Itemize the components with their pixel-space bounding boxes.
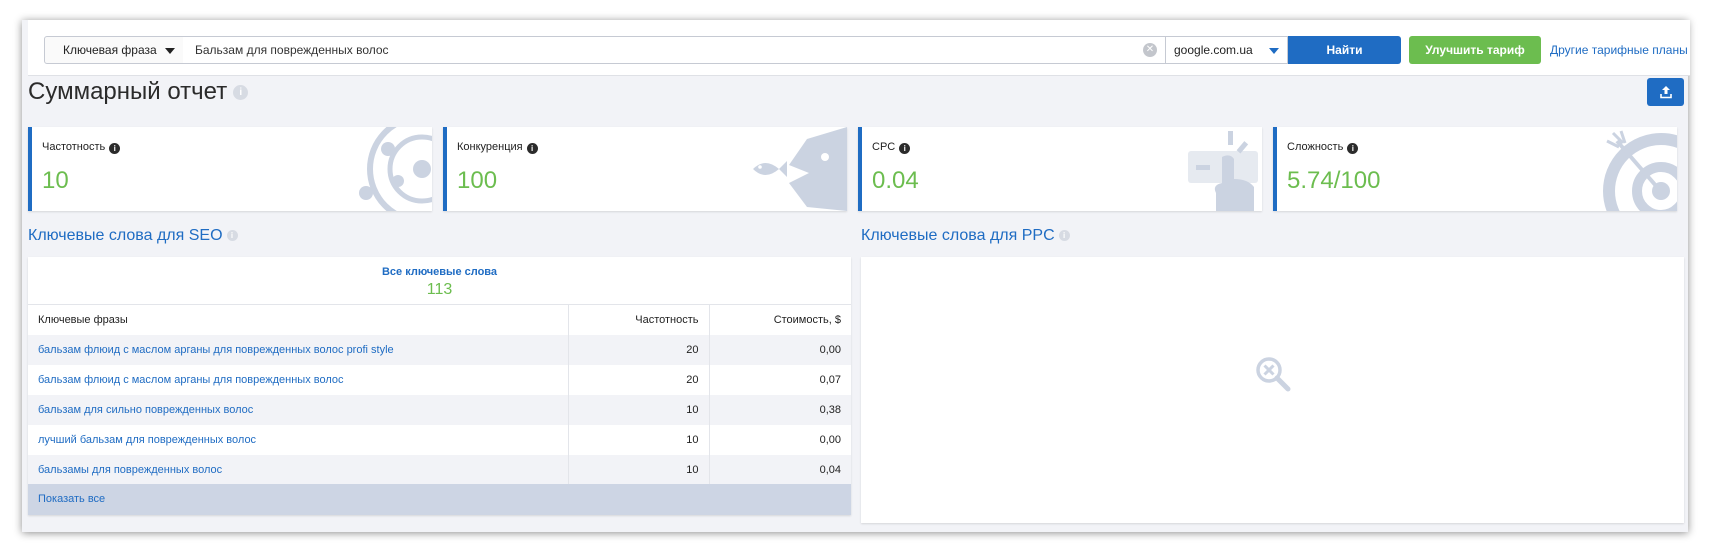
table-header-row: Ключевые фразы Частотность Стоимость, $ [28,304,851,335]
other-plans-link[interactable]: Другие тарифные планы [1550,36,1688,64]
keyword-link[interactable]: бальзамы для поврежденных волос [38,464,222,476]
all-keywords-count: 113 [426,281,453,298]
metric-card-competition: Конкуренция i 100 [443,127,847,211]
table-row: бальзам флюид с маслом арганы для повреж… [28,334,851,365]
search-type-dropdown[interactable]: Ключевая фраза [44,36,184,64]
show-all-link[interactable]: Показать все [28,484,851,515]
search-bar: Ключевая фраза Бальзам для поврежденных … [28,20,1690,76]
info-icon[interactable]: i [899,143,911,154]
frequency-cell: 20 [568,334,710,365]
metric-label: CPC i [872,141,911,154]
frequency-cell: 10 [568,394,710,425]
keyword-link[interactable]: лучший бальзам для поврежденных волос [38,434,256,446]
big-fish-small-fish-icon [753,127,847,211]
all-keywords-link[interactable]: Все ключевые слова [28,266,851,278]
clear-icon[interactable]: ✕ [1143,43,1157,57]
metric-value: 10 [42,167,69,194]
info-icon[interactable]: i [1058,230,1070,242]
search-input[interactable]: Бальзам для поврежденных волос [183,36,1166,64]
frequency-cell: 10 [568,454,710,485]
keyword-link[interactable]: бальзам флюид с маслом арганы для повреж… [38,374,344,386]
upgrade-plan-button[interactable]: Улучшить тариф [1409,36,1541,64]
metric-label-text: CPC [872,141,896,153]
orbit-icon [359,127,432,211]
frequency-cell: 20 [568,364,710,395]
find-button[interactable]: Найти [1288,36,1401,64]
search-engine-dropdown[interactable]: google.com.ua [1166,36,1288,64]
metric-label-text: Частотность [42,141,106,153]
search-query: Бальзам для поврежденных волос [195,43,389,57]
info-icon[interactable]: i [1347,143,1359,154]
cost-cell: 0,00 [819,433,841,446]
seo-section-title: Ключевые слова для SEO i [28,227,238,245]
metric-card-difficulty: Сложность i 5.74/100 [1273,127,1677,211]
keyword-link[interactable]: бальзам флюид с маслом арганы для повреж… [38,344,394,356]
info-icon[interactable]: i [109,143,121,154]
search-engine-value: google.com.ua [1174,43,1253,57]
cost-cell: 0,00 [819,343,841,356]
page-title: Суммарный отчет i [28,78,249,106]
metric-card-cpc: CPC i 0.04 [858,127,1262,211]
table-row: бальзамы для поврежденных волос 10 0,04 [28,454,851,485]
export-button[interactable] [1647,78,1684,106]
caret-down-icon [165,48,175,54]
table-row: бальзам для сильно поврежденных волос 10… [28,394,851,425]
target-arrow-icon [1603,130,1677,211]
table-row: лучший бальзам для поврежденных волос 10… [28,424,851,455]
phrase-cell: бальзамы для поврежденных волос [28,454,569,485]
seo-keywords-table: Ключевые фразы Частотность Стоимость, $ … [28,304,851,485]
upload-icon [1659,85,1672,99]
ppc-keywords-panel [861,257,1684,523]
column-header-cost[interactable]: Стоимость, $ [709,304,851,335]
seo-keywords-panel: Все ключевые слова 113 Ключевые фразы Ча… [28,257,851,515]
column-header-phrases[interactable]: Ключевые фразы [28,304,569,335]
caret-down-icon [1269,48,1279,54]
metric-card-frequency: Частотность i 10 [28,127,432,211]
cost-cell: 0,38 [819,403,841,416]
phrase-cell: лучший бальзам для поврежденных волос [28,424,569,455]
frequency-cell: 10 [568,424,710,455]
click-hand-icon [1188,131,1258,211]
keyword-link[interactable]: бальзам для сильно поврежденных волос [38,404,253,416]
phrase-cell: бальзам для сильно поврежденных волос [28,394,569,425]
ppc-section-title: Ключевые слова для PPC i [861,227,1070,245]
app-frame: Ключевая фраза Бальзам для поврежденных … [22,20,1690,532]
page-title-text: Суммарный отчет [28,78,228,105]
ppc-title-text: Ключевые слова для PPC [861,227,1055,244]
cost-cell: 0,07 [819,373,841,386]
info-icon[interactable]: i [226,230,238,242]
metric-label-text: Конкуренция [457,141,523,153]
cost-cell: 0,04 [819,463,841,476]
metric-label-text: Сложность [1287,141,1344,153]
metric-value: 100 [457,167,498,194]
info-icon[interactable]: i [526,143,538,154]
metric-label: Сложность i [1287,141,1359,154]
search-type-label: Ключевая фраза [63,43,157,57]
metric-label: Конкуренция i [457,141,538,154]
table-row: бальзам флюид с маслом арганы для повреж… [28,364,851,395]
seo-title-text: Ключевые слова для SEO [28,227,223,244]
phrase-cell: бальзам флюид с маслом арганы для повреж… [28,334,569,365]
metric-label: Частотность i [42,141,121,154]
metric-value: 0.04 [872,167,919,194]
info-icon[interactable]: i [233,85,249,101]
no-results-magnifier-icon [1256,357,1291,392]
column-header-frequency[interactable]: Частотность [568,304,710,335]
metric-value: 5.74/100 [1287,167,1381,194]
phrase-cell: бальзам флюид с маслом арганы для повреж… [28,364,569,395]
